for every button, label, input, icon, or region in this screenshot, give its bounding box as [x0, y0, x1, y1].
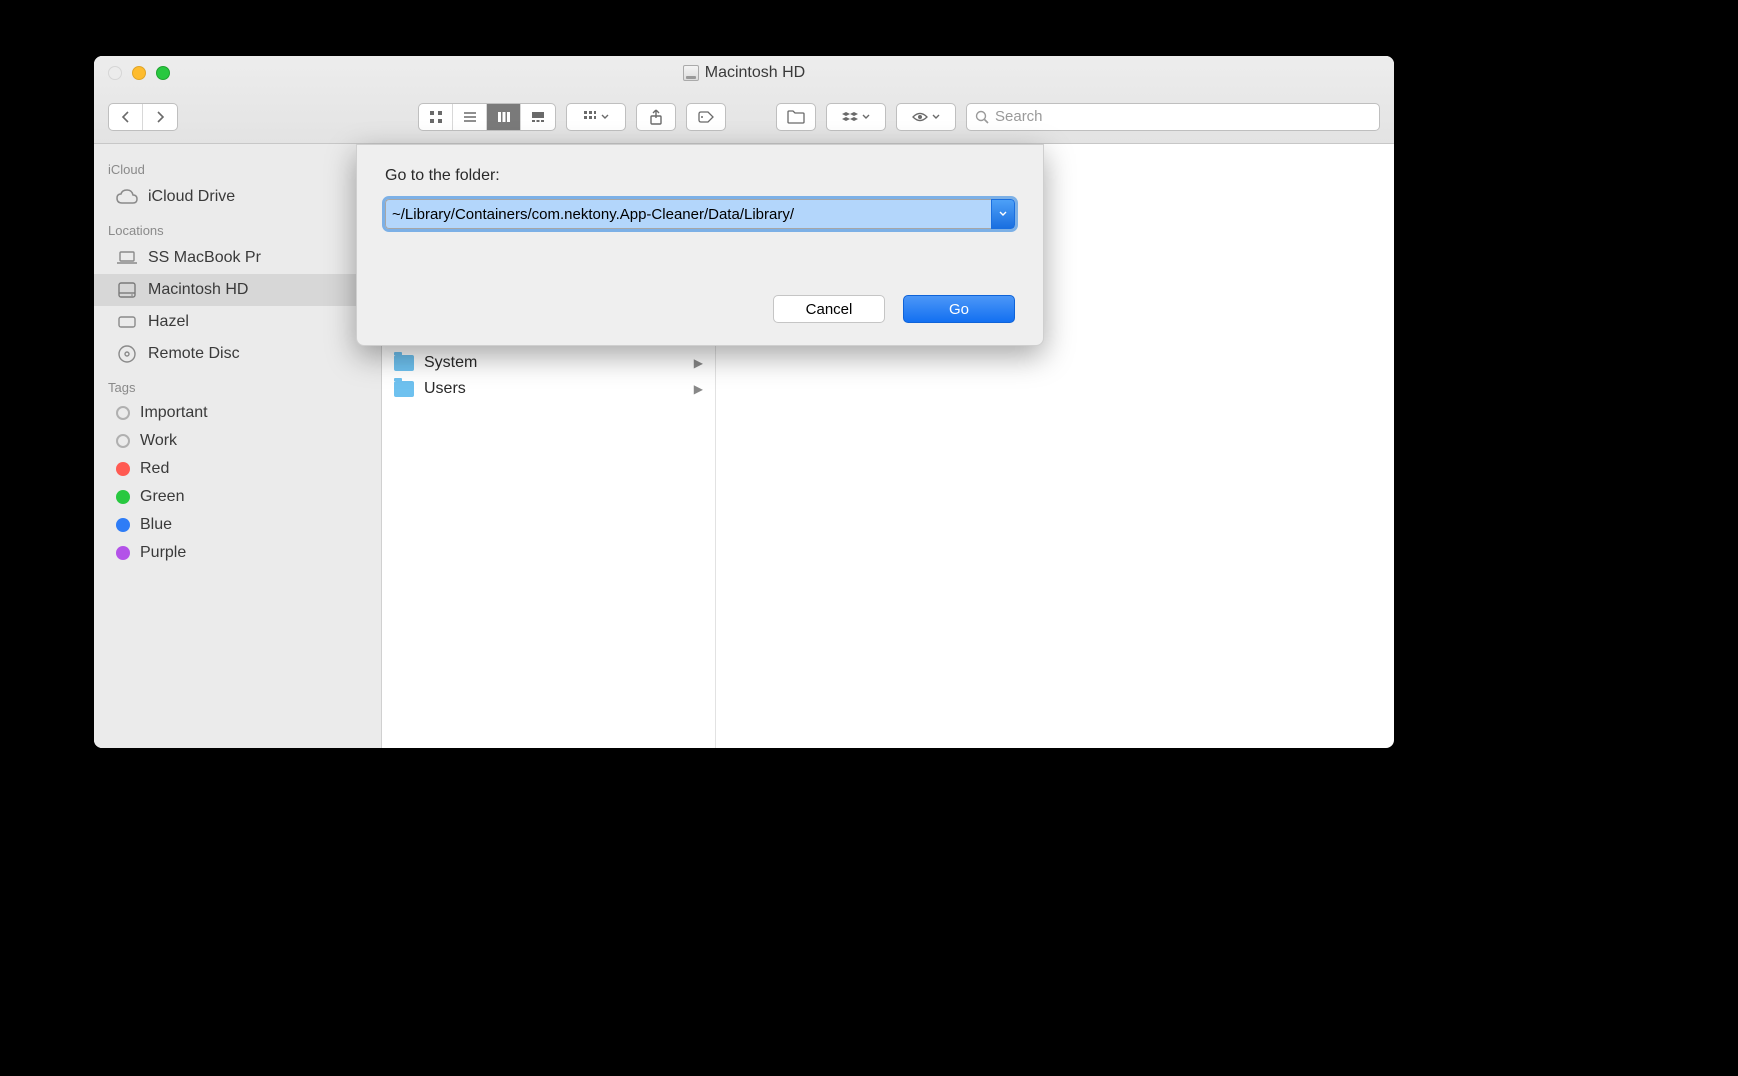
back-button[interactable]: [109, 104, 143, 130]
tag-circle-icon: [116, 462, 130, 476]
chevron-right-icon: ▶: [694, 356, 703, 370]
chevron-down-icon: [932, 114, 940, 120]
grid-small-icon: [583, 110, 597, 124]
tag-icon: [698, 111, 714, 123]
sidebar-heading-icloud: iCloud: [94, 152, 381, 181]
sidebar-item-label: Work: [140, 432, 177, 450]
titlebar: Macintosh HD: [94, 56, 1394, 144]
nav-group: [108, 103, 178, 131]
titlebar-top: Macintosh HD: [94, 56, 1394, 90]
sidebar-item-label: Macintosh HD: [148, 281, 248, 299]
sidebar-item-label: Important: [140, 404, 208, 422]
chevron-down-icon: [999, 211, 1007, 217]
go-to-history-button[interactable]: [991, 199, 1015, 229]
search-icon: [975, 110, 989, 124]
view-group: [418, 103, 556, 131]
sidebar-tag-blue[interactable]: Blue: [94, 511, 381, 539]
tag-circle-icon: [116, 518, 130, 532]
tag-circle-icon: [116, 546, 130, 560]
sidebar-item-label: Red: [140, 460, 169, 478]
dialog-buttons: Cancel Go: [385, 295, 1015, 323]
chevron-right-icon: [154, 111, 166, 123]
sidebar-item-label: Hazel: [148, 313, 189, 331]
folder-label: Users: [424, 380, 466, 398]
view-list-button[interactable]: [453, 104, 487, 130]
sidebar-heading-locations: Locations: [94, 213, 381, 242]
sidebar-tag-work[interactable]: Work: [94, 427, 381, 455]
disc-icon: [116, 343, 138, 365]
go-to-folder-dialog: Go to the folder: ~/Library/Containers/c…: [356, 144, 1044, 346]
folder-icon: [394, 355, 414, 371]
zoom-button[interactable]: [156, 66, 170, 80]
go-button[interactable]: Go: [903, 295, 1015, 323]
traffic-lights: [108, 66, 170, 80]
view-icon-button[interactable]: [419, 104, 453, 130]
folder-row-users[interactable]: Users ▶: [382, 376, 715, 402]
search-field[interactable]: Search: [966, 103, 1380, 131]
chevron-left-icon: [120, 111, 132, 123]
dropbox-button[interactable]: [826, 103, 886, 131]
dropbox-icon: [842, 111, 858, 123]
gallery-icon: [531, 110, 545, 124]
cancel-button[interactable]: Cancel: [773, 295, 885, 323]
view-gallery-button[interactable]: [521, 104, 555, 130]
toolbar: Search: [94, 90, 1394, 143]
new-folder-button[interactable]: [776, 103, 816, 131]
finder-window: Macintosh HD: [94, 56, 1394, 748]
search-placeholder: Search: [995, 108, 1043, 125]
laptop-icon: [116, 247, 138, 269]
folder-row-system[interactable]: System ▶: [382, 350, 715, 376]
eye-icon: [912, 111, 928, 123]
chevron-down-icon: [862, 114, 870, 120]
go-to-label: Go to the folder:: [385, 167, 1015, 185]
folder-plus-icon: [787, 110, 805, 124]
columns-icon: [497, 110, 511, 124]
sidebar-heading-tags: Tags: [94, 370, 381, 399]
sidebar-item-remote-disc[interactable]: Remote Disc: [94, 338, 381, 370]
forward-button[interactable]: [143, 104, 177, 130]
share-icon: [649, 109, 663, 125]
cloud-icon: [116, 186, 138, 208]
sidebar-item-label: iCloud Drive: [148, 188, 235, 206]
tag-circle-icon: [116, 490, 130, 504]
sidebar-tag-green[interactable]: Green: [94, 483, 381, 511]
list-icon: [463, 110, 477, 124]
sidebar-tag-important[interactable]: Important: [94, 399, 381, 427]
sidebar-tag-purple[interactable]: Purple: [94, 539, 381, 567]
sidebar-item-label: Green: [140, 488, 184, 506]
go-to-input[interactable]: ~/Library/Containers/com.nektony.App-Cle…: [385, 199, 991, 229]
sidebar-item-hazel[interactable]: Hazel: [94, 306, 381, 338]
folder-icon: [394, 381, 414, 397]
arrange-button[interactable]: [566, 103, 626, 131]
sidebar: iCloud iCloud Drive Locations SS MacBook…: [94, 144, 382, 748]
share-button[interactable]: [636, 103, 676, 131]
window-title-text: Macintosh HD: [705, 64, 805, 82]
sidebar-item-label: Remote Disc: [148, 345, 240, 363]
chevron-right-icon: ▶: [694, 382, 703, 396]
sidebar-item-label: Blue: [140, 516, 172, 534]
hdd-icon: [116, 279, 138, 301]
close-button[interactable]: [108, 66, 122, 80]
go-to-combo: ~/Library/Containers/com.nektony.App-Cle…: [385, 199, 1015, 229]
chevron-down-icon: [601, 114, 609, 120]
view-column-button[interactable]: [487, 104, 521, 130]
grid-icon: [429, 110, 443, 124]
quicklook-button[interactable]: [896, 103, 956, 131]
sidebar-item-macintosh-hd[interactable]: Macintosh HD: [94, 274, 381, 306]
sidebar-item-label: SS MacBook Pr: [148, 249, 261, 267]
minimize-button[interactable]: [132, 66, 146, 80]
sidebar-item-label: Purple: [140, 544, 186, 562]
sidebar-item-icloud-drive[interactable]: iCloud Drive: [94, 181, 381, 213]
tag-circle-icon: [116, 434, 130, 448]
sidebar-tag-red[interactable]: Red: [94, 455, 381, 483]
sidebar-item-macbook[interactable]: SS MacBook Pr: [94, 242, 381, 274]
folder-label: System: [424, 354, 477, 372]
hdd-icon: [683, 65, 699, 81]
disk-icon: [116, 311, 138, 333]
tag-circle-icon: [116, 406, 130, 420]
window-title: Macintosh HD: [94, 64, 1394, 82]
tags-button[interactable]: [686, 103, 726, 131]
